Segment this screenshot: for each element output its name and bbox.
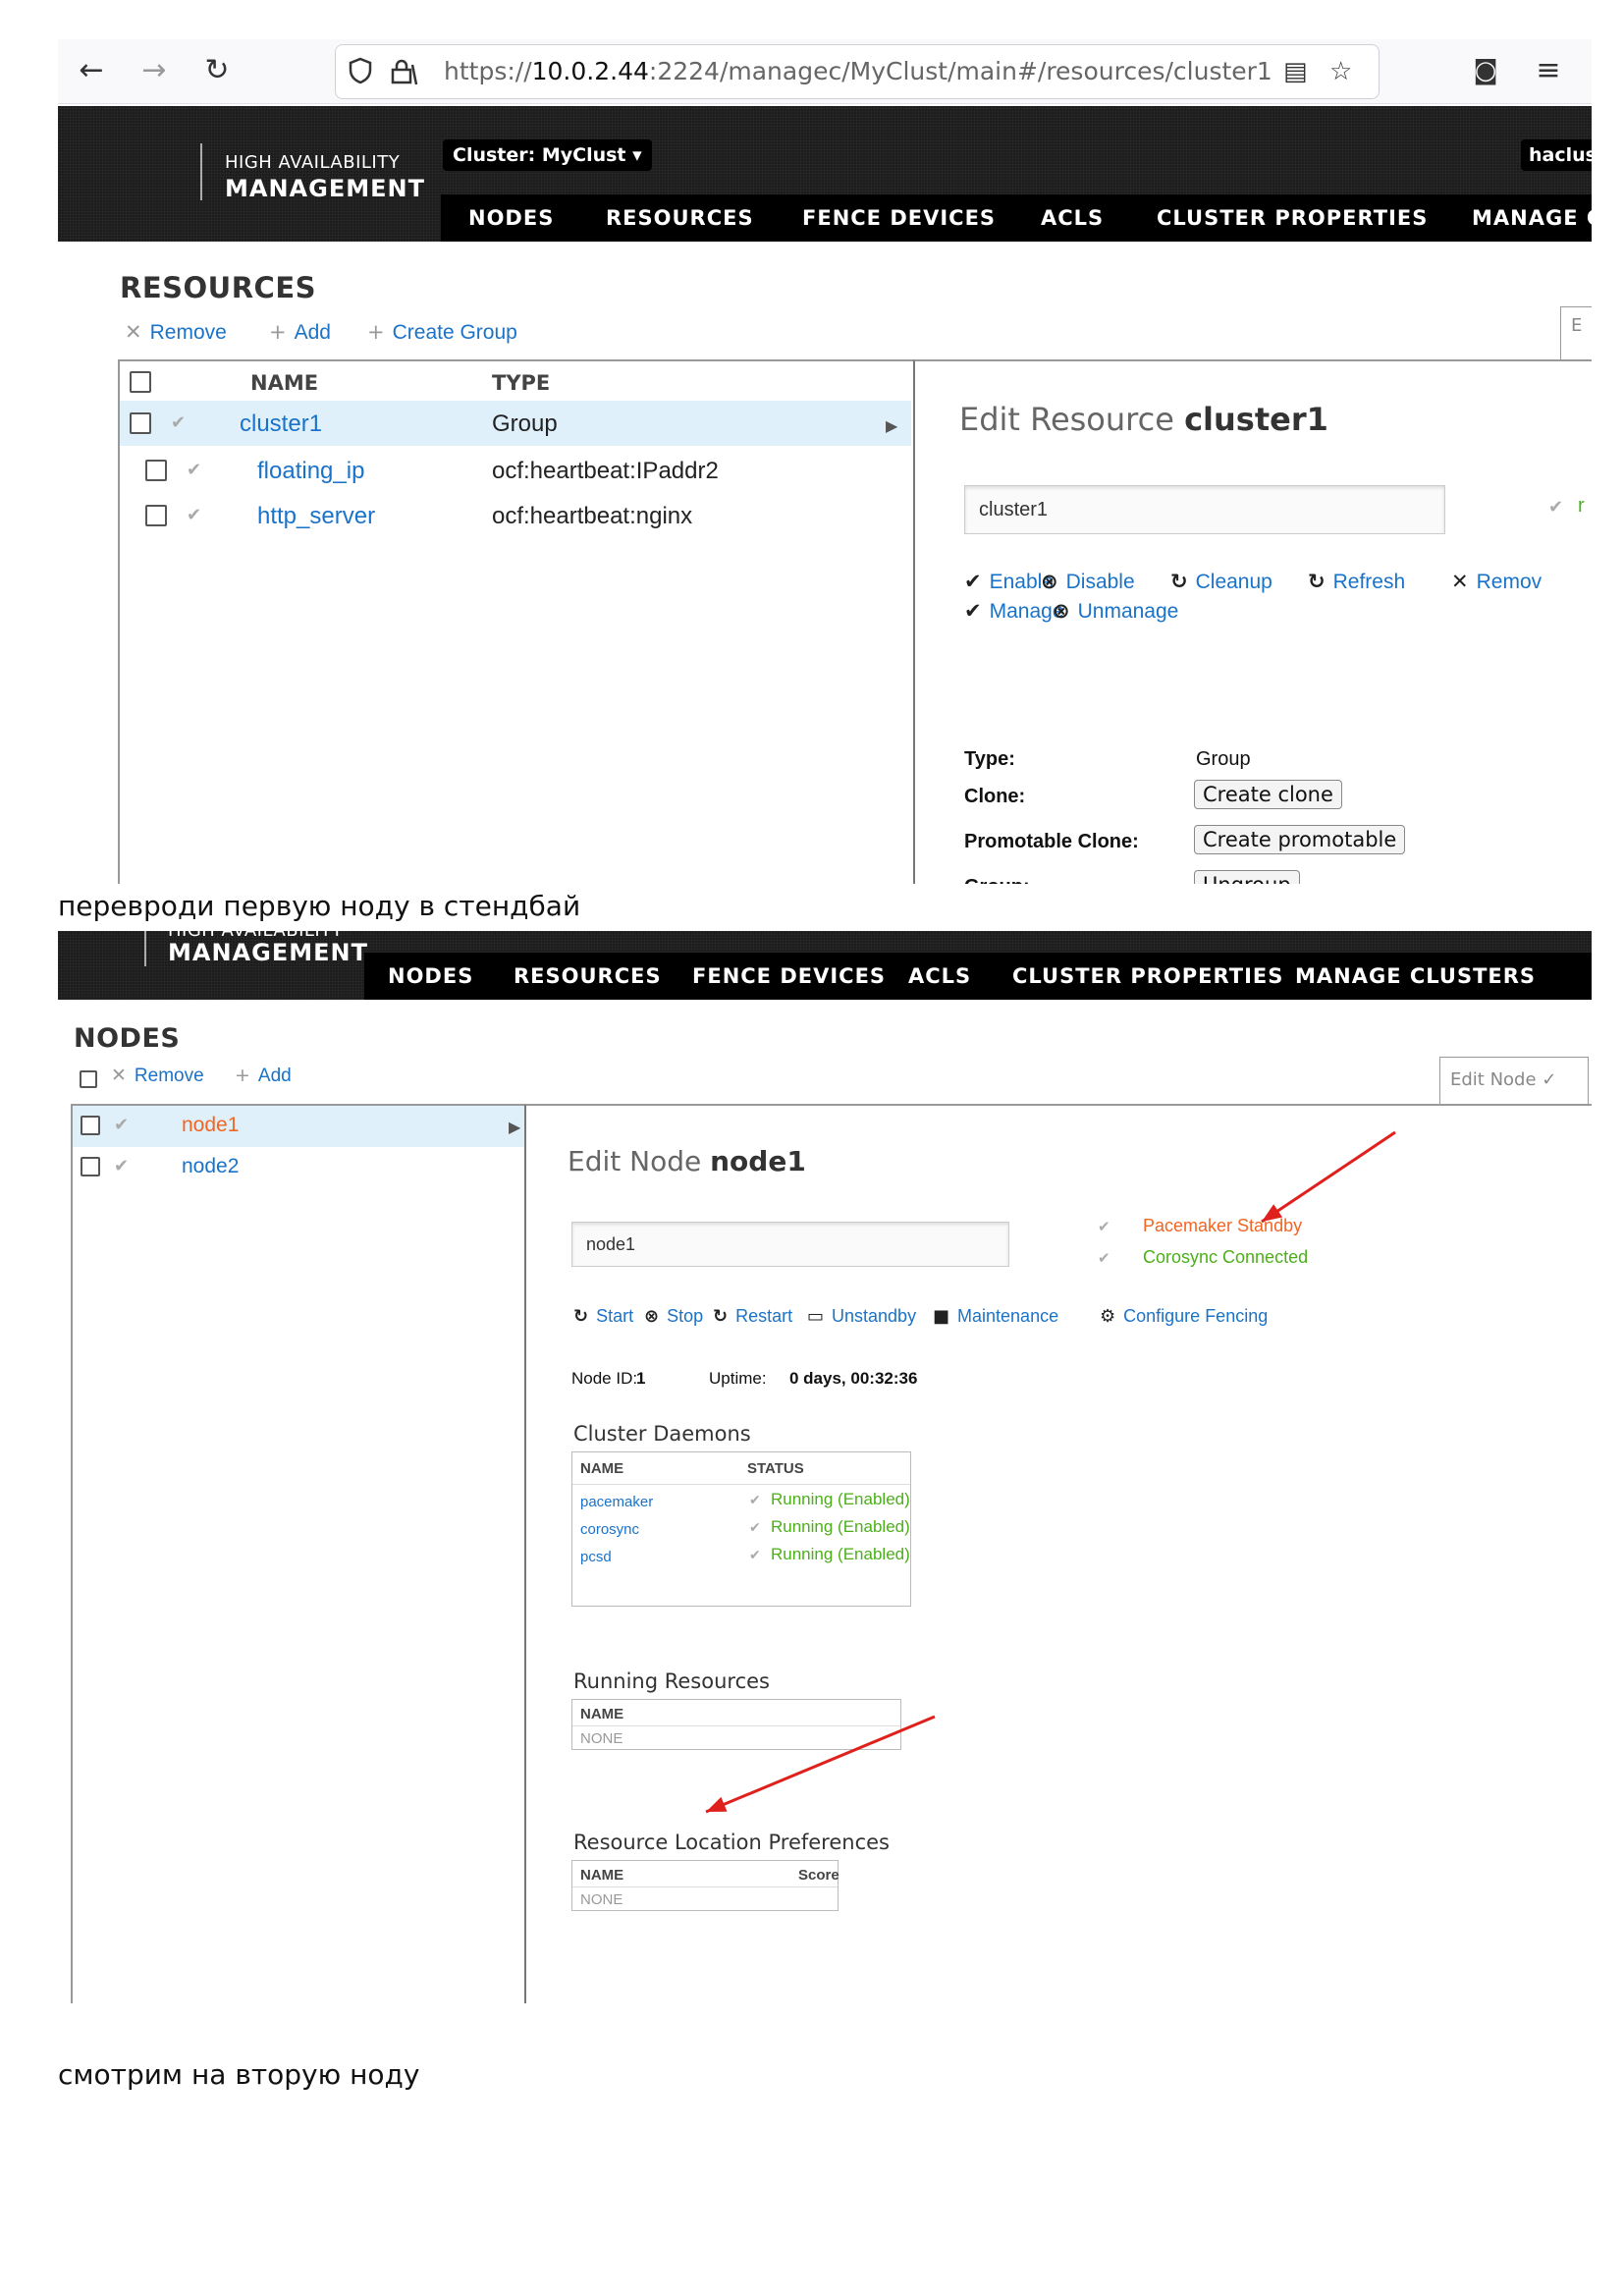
annotation-arrow-standby (1261, 1130, 1396, 1224)
type-label: Type: (964, 748, 1015, 770)
check-icon: ✔ (171, 412, 187, 433)
resource-name-link[interactable]: cluster1 (240, 410, 322, 438)
add-button[interactable]: + Add (269, 320, 331, 345)
cluster-selector[interactable]: Cluster: MyClust ▾ (443, 139, 652, 171)
logo-line2: MANAGEMENT (225, 175, 425, 202)
disable-circle-icon: ⊗ (1041, 570, 1058, 593)
create-clone-button[interactable]: Create clone (1194, 780, 1342, 809)
lock-warning-icon[interactable] (389, 57, 418, 93)
remove-resource-button[interactable]: ✕ Remov (1451, 570, 1542, 594)
caption-second-node: смотрим на вторую ноду (58, 2058, 420, 2091)
logo-line1: HIGH AVAILABILITY (225, 152, 401, 173)
main-nav: NODES RESOURCES FENCE DEVICES ACLS CLUST… (441, 194, 1592, 242)
resource-type: Group (492, 410, 558, 437)
ungroup-button[interactable]: Ungroup (1194, 870, 1300, 884)
logo-divider (200, 143, 202, 200)
plus-icon: + (269, 320, 287, 344)
caption-standby-instruction: переврoди первую ноду в стендбай (58, 890, 581, 922)
disable-circle-icon: ⊗ (1053, 599, 1070, 623)
select-all-checkbox[interactable] (130, 371, 151, 393)
reader-view-icon[interactable]: ▤ (1283, 57, 1308, 86)
resource-name-link[interactable]: http_server (257, 503, 375, 530)
url-text: https://10.0.2.44:2224/managec/MyClust/m… (444, 57, 1272, 85)
check-icon: ✔ (964, 570, 982, 593)
forward-icon[interactable]: → (135, 51, 174, 90)
create-promotable-button[interactable]: Create promotable (1194, 825, 1406, 854)
tab-acls[interactable]: ACLS (1041, 206, 1104, 230)
screenshot-nodes: HIGH AVAILABILITY MANAGEMENT NODES RESOU… (58, 931, 1592, 2003)
create-group-button[interactable]: + Create Group (367, 320, 517, 345)
edit-resource-panel: Edit Resource cluster1 cluster1 ✔ r ✔ Ena… (913, 359, 1592, 884)
arrow-right-icon: ▶ (886, 418, 898, 435)
tab-manage-clusters[interactable]: MANAGE C (1472, 206, 1592, 230)
page-title: RESOURCES (120, 271, 317, 304)
promotable-label: Promotable Clone: (964, 831, 1139, 852)
cleanup-button[interactable]: ↻ Cleanup (1170, 570, 1272, 594)
remove-button[interactable]: ✕ Remove (125, 320, 227, 345)
check-icon: ✔ (964, 599, 982, 623)
status-text: r (1578, 495, 1585, 517)
tab-cluster-properties[interactable]: CLUSTER PROPERTIES (1157, 206, 1428, 230)
resource-type: ocf:heartbeat:IPaddr2 (492, 458, 719, 484)
tab-resources[interactable]: RESOURCES (606, 206, 754, 230)
plus-icon: + (367, 320, 385, 344)
annotation-arrows (705, 1130, 1396, 1814)
browser-toolbar: ← → ↻ https://10.0.2.44:2224/managec/MyC… (58, 39, 1592, 104)
disable-button[interactable]: ⊗ Disable (1041, 570, 1135, 594)
annotation-arrow-none (705, 1715, 936, 1814)
bookmark-star-icon[interactable]: ☆ (1329, 57, 1352, 86)
type-value: Group (1196, 748, 1251, 770)
remove-icon: ✕ (125, 320, 142, 344)
user-menu[interactable]: haclus (1521, 139, 1592, 171)
clone-label: Clone: (964, 786, 1026, 807)
back-icon[interactable]: ← (72, 51, 111, 90)
row-checkbox[interactable] (145, 505, 167, 526)
manage-button[interactable]: ✔ Manage (964, 599, 1064, 624)
edit-resource-title: Edit Resource cluster1 (959, 401, 1328, 438)
pocket-icon[interactable]: ◙ (1466, 51, 1505, 90)
tab-fence-devices[interactable]: FENCE DEVICES (802, 206, 996, 230)
row-checkbox[interactable] (145, 460, 167, 481)
resource-name-link[interactable]: floating_ip (257, 458, 364, 485)
app-header: HIGH AVAILABILITY MANAGEMENT Cluster: My… (58, 106, 1592, 242)
refresh-icon: ↻ (1308, 570, 1326, 593)
check-icon: ✔ (1548, 497, 1564, 518)
resource-list-panel: NAME TYPE ✔ cluster1 Group ▶ ✔ floating_… (118, 359, 972, 884)
reload-icon[interactable]: ↻ (197, 51, 237, 90)
row-checkbox[interactable] (130, 412, 151, 434)
resource-type: ocf:heartbeat:nginx (492, 503, 693, 529)
check-icon: ✔ (187, 505, 202, 525)
edit-resource-tab[interactable]: E (1560, 306, 1592, 359)
shield-icon[interactable] (348, 57, 373, 91)
refresh-button[interactable]: ↻ Refresh (1308, 570, 1405, 594)
resource-name-field[interactable]: cluster1 (964, 485, 1445, 534)
close-icon: ✕ (1451, 570, 1469, 593)
check-icon: ✔ (187, 460, 202, 480)
url-bar[interactable]: https://10.0.2.44:2224/managec/MyClust/m… (335, 44, 1380, 99)
refresh-icon: ↻ (1170, 570, 1188, 593)
screenshot-resources: ← → ↻ https://10.0.2.44:2224/managec/MyC… (58, 39, 1592, 884)
group-label: Group: (964, 876, 1030, 884)
column-header-name: NAME (250, 371, 319, 395)
menu-icon[interactable]: ≡ (1529, 51, 1568, 90)
unmanage-button[interactable]: ⊗ Unmanage (1053, 599, 1178, 624)
tab-nodes[interactable]: NODES (468, 206, 554, 230)
column-header-type: TYPE (492, 371, 551, 395)
